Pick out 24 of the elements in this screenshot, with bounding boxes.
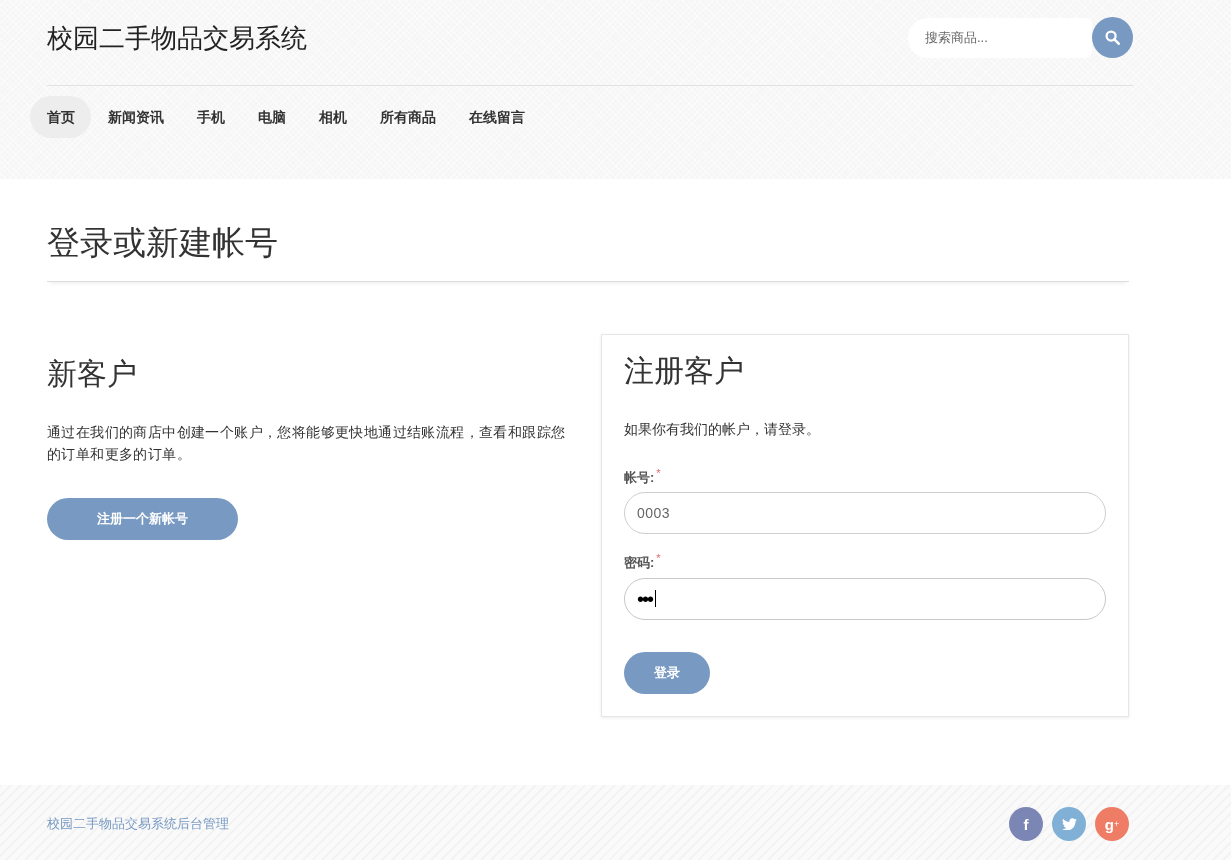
nav-link[interactable]: 电脑 (241, 96, 302, 138)
nav-link[interactable]: 相机 (302, 96, 363, 138)
nav-link[interactable]: 所有商品 (363, 96, 452, 138)
text-cursor-icon (655, 590, 656, 608)
text-field[interactable]: 0003 (624, 492, 1106, 535)
password-field[interactable]: ••• (624, 577, 1106, 620)
search-button[interactable] (1092, 17, 1133, 58)
bird-icon (1061, 817, 1077, 831)
nav-link[interactable]: 手机 (180, 96, 241, 138)
nav-link[interactable]: 新闻资讯 (91, 96, 180, 138)
section-heading: 新客户 (47, 356, 138, 392)
page-title: 登录或新建帐号 (47, 223, 279, 263)
intro-text: 通过在我们的商店中创建一个账户，您将能够更快地通过结账流程，查看和跟踪您的订单和更多的订单。 (47, 423, 567, 464)
search-field[interactable]: 搜索商品... (908, 17, 1092, 58)
site-title[interactable]: 校园二手物品交易系统 (47, 17, 307, 58)
search-icon (1105, 30, 1120, 45)
field-label: 帐号:$^{*}$ (624, 466, 662, 488)
section-heading: 注册客户 (624, 353, 745, 389)
nav-link[interactable]: 首页 (30, 96, 91, 138)
login-hint-text: 如果你有我们的帐户，请登录。 (624, 421, 821, 439)
nav-link[interactable]: 在线留言 (452, 96, 541, 138)
field-label: 密码:$^{*}$ (624, 551, 662, 573)
social-button[interactable] (1052, 807, 1086, 841)
social-button[interactable]: f (1009, 807, 1043, 841)
